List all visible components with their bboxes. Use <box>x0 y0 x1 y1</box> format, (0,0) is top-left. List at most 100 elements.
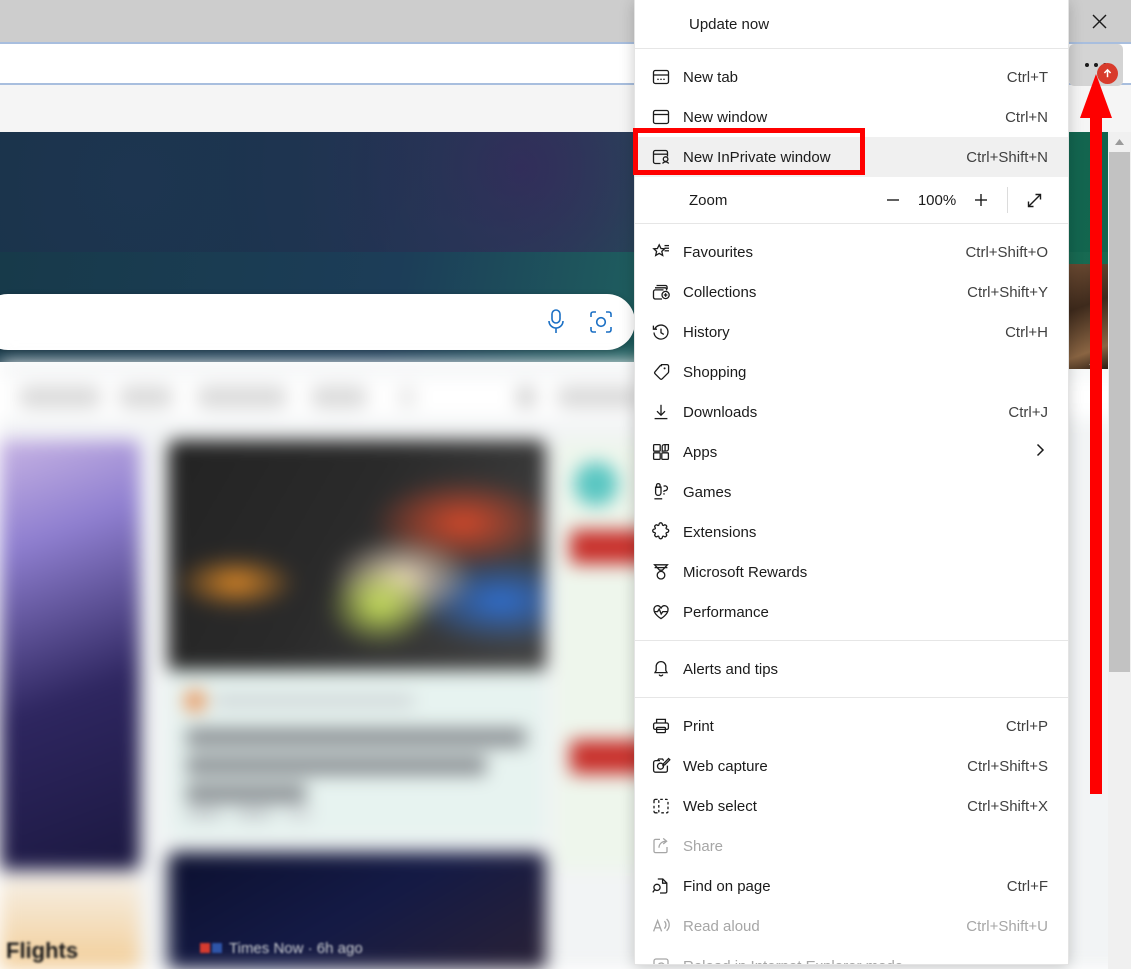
menu-item-label: Find on page <box>683 877 771 895</box>
menu-item-web-select[interactable]: Web select Ctrl+Shift+X <box>635 786 1068 826</box>
menu-item-label: Alerts and tips <box>683 660 779 678</box>
menu-item-label: Apps <box>683 443 718 461</box>
menu-spacer <box>635 641 1068 649</box>
menu-item-label: Print <box>683 717 714 735</box>
menu-item-accelerator: Ctrl+J <box>1008 403 1048 421</box>
menu-item-update-now[interactable]: Update now <box>635 0 1068 48</box>
menu-item-apps[interactable]: Apps <box>635 432 1068 472</box>
open-in-immersive-icon[interactable] <box>1083 350 1105 372</box>
print-icon <box>649 716 683 736</box>
menu-item-accelerator: Ctrl+Shift+O <box>965 243 1048 261</box>
vertical-scrollbar[interactable] <box>1108 132 1131 969</box>
visual-search-icon[interactable] <box>587 308 615 336</box>
full-screen-button[interactable] <box>1016 182 1052 218</box>
menu-item-favourites[interactable]: Favourites Ctrl+Shift+O <box>635 232 1068 272</box>
inprivate-window-icon <box>649 147 683 167</box>
close-window-button[interactable] <box>1068 0 1131 42</box>
collections-icon <box>649 282 683 302</box>
menu-item-new-window[interactable]: New window Ctrl+N <box>635 97 1068 137</box>
menu-item-label: History <box>683 323 730 341</box>
menu-item-label: Collections <box>683 283 757 301</box>
menu-spacer <box>635 632 1068 640</box>
menu-spacer <box>635 49 1068 57</box>
menu-item-label: Reload in Internet Explorer mode <box>683 958 1048 965</box>
menu-item-microsoft-rewards[interactable]: Microsoft Rewards <box>635 552 1068 592</box>
menu-item-accelerator: Ctrl+Shift+X <box>967 797 1048 815</box>
favourites-icon <box>649 242 683 262</box>
menu-spacer <box>635 698 1068 706</box>
feed-card <box>0 877 140 969</box>
ie-mode-icon <box>649 956 683 964</box>
zoom-label: Zoom <box>689 191 728 209</box>
update-available-badge-icon <box>1097 63 1118 84</box>
menu-item-new-tab[interactable]: New tab Ctrl+T <box>635 57 1068 97</box>
menu-item-label: Games <box>683 483 732 501</box>
web-select-icon <box>649 796 683 816</box>
submenu-chevron-right-icon <box>1032 442 1048 462</box>
menu-item-downloads[interactable]: Downloads Ctrl+J <box>635 392 1068 432</box>
menu-item-accelerator: Ctrl+Shift+N <box>966 148 1048 166</box>
menu-item-games[interactable]: Games <box>635 472 1068 512</box>
share-icon <box>649 836 683 856</box>
bell-icon <box>649 659 683 679</box>
feed-card <box>168 440 546 840</box>
menu-item-reload-in-ie-mode: Reload in Internet Explorer mode <box>635 946 1068 965</box>
find-on-page-icon <box>649 876 683 896</box>
menu-item-alerts-and-tips[interactable]: Alerts and tips <box>635 649 1068 689</box>
performance-icon <box>649 602 683 622</box>
history-icon <box>649 322 683 342</box>
menu-item-zoom: Zoom 100% <box>635 177 1068 223</box>
settings-and-more-button[interactable] <box>1069 44 1123 86</box>
menu-item-web-capture[interactable]: Web capture Ctrl+Shift+S <box>635 746 1068 786</box>
downloads-icon <box>649 402 683 422</box>
menu-item-label: Web select <box>683 797 757 815</box>
search-input[interactable] <box>0 294 635 350</box>
scroll-up-arrow-icon[interactable] <box>1108 132 1131 151</box>
menu-item-label: Extensions <box>683 523 757 541</box>
menu-item-label: New InPrivate window <box>683 148 831 166</box>
menu-item-find-on-page[interactable]: Find on page Ctrl+F <box>635 866 1068 906</box>
menu-item-new-inprivate-window[interactable]: New InPrivate window Ctrl+Shift+N <box>635 137 1068 177</box>
menu-item-accelerator: Ctrl+Shift+U <box>966 917 1048 935</box>
menu-item-accelerator: Ctrl+T <box>1006 68 1048 86</box>
menu-item-shopping[interactable]: Shopping <box>635 352 1068 392</box>
menu-item-label: Downloads <box>683 403 758 421</box>
read-aloud-icon <box>649 916 683 936</box>
zoom-out-button[interactable] <box>875 182 911 218</box>
menu-item-share: Share <box>635 826 1068 866</box>
menu-spacer <box>635 689 1068 697</box>
divider <box>1007 187 1008 213</box>
menu-item-label: Favourites <box>683 243 754 261</box>
menu-item-label: Read aloud <box>683 917 760 935</box>
games-icon <box>649 482 683 502</box>
new-window-icon <box>649 107 683 127</box>
microphone-icon[interactable] <box>545 307 567 337</box>
menu-item-extensions[interactable]: Extensions <box>635 512 1068 552</box>
zoom-value: 100% <box>917 191 957 209</box>
scrollbar-thumb[interactable] <box>1109 152 1130 672</box>
new-tab-icon <box>649 67 683 87</box>
menu-item-accelerator: Ctrl+P <box>1005 717 1048 735</box>
menu-item-performance[interactable]: Performance <box>635 592 1068 632</box>
menu-spacer <box>635 224 1068 232</box>
menu-item-label: New tab <box>683 68 739 86</box>
menu-item-read-aloud: Read aloud Ctrl+Shift+U <box>635 906 1068 946</box>
menu-item-label: New window <box>683 108 768 126</box>
web-capture-icon <box>649 756 683 776</box>
menu-item-label: Performance <box>683 603 769 621</box>
menu-item-accelerator: Ctrl+Shift+Y <box>967 283 1048 301</box>
feed-card <box>168 852 546 969</box>
menu-item-accelerator: Ctrl+Shift+S <box>967 757 1048 775</box>
menu-item-accelerator: Ctrl+N <box>1005 108 1048 126</box>
menu-item-history[interactable]: History Ctrl+H <box>635 312 1068 352</box>
menu-item-label: Web capture <box>683 757 768 775</box>
menu-item-label: Share <box>683 837 724 855</box>
rewards-icon <box>649 562 683 582</box>
menu-item-accelerator: Ctrl+F <box>1006 877 1048 895</box>
menu-item-collections[interactable]: Collections Ctrl+Shift+Y <box>635 272 1068 312</box>
zoom-in-button[interactable] <box>963 182 999 218</box>
menu-item-label: Microsoft Rewards <box>683 563 808 581</box>
settings-and-more-menu: Update now New tab Ctrl+T New window Ctr… <box>634 0 1069 965</box>
menu-item-accelerator: Ctrl+H <box>1005 323 1048 341</box>
menu-item-print[interactable]: Print Ctrl+P <box>635 706 1068 746</box>
